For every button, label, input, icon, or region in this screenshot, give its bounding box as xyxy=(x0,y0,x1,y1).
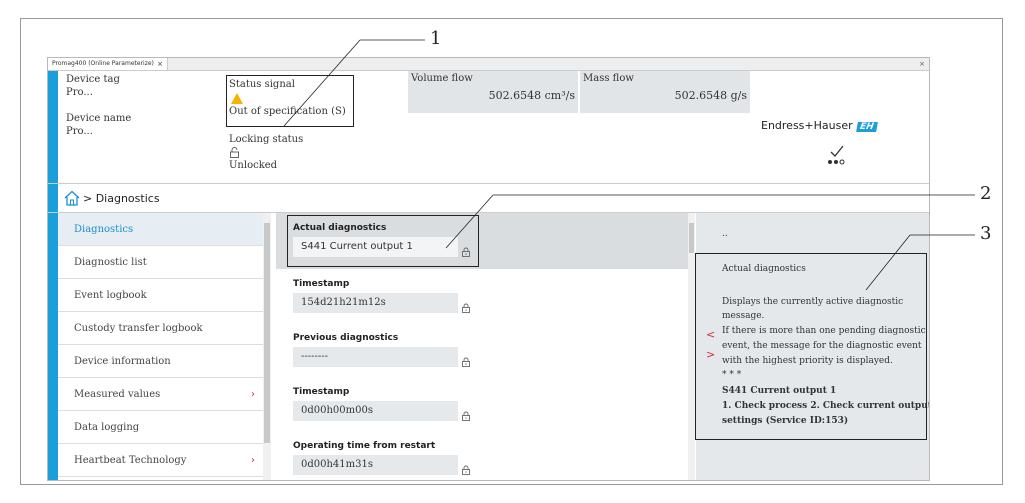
callout-3: 3 xyxy=(980,223,992,244)
callout-2: 2 xyxy=(980,183,992,204)
callout-1: 1 xyxy=(430,28,442,49)
callout-lines xyxy=(283,39,975,291)
